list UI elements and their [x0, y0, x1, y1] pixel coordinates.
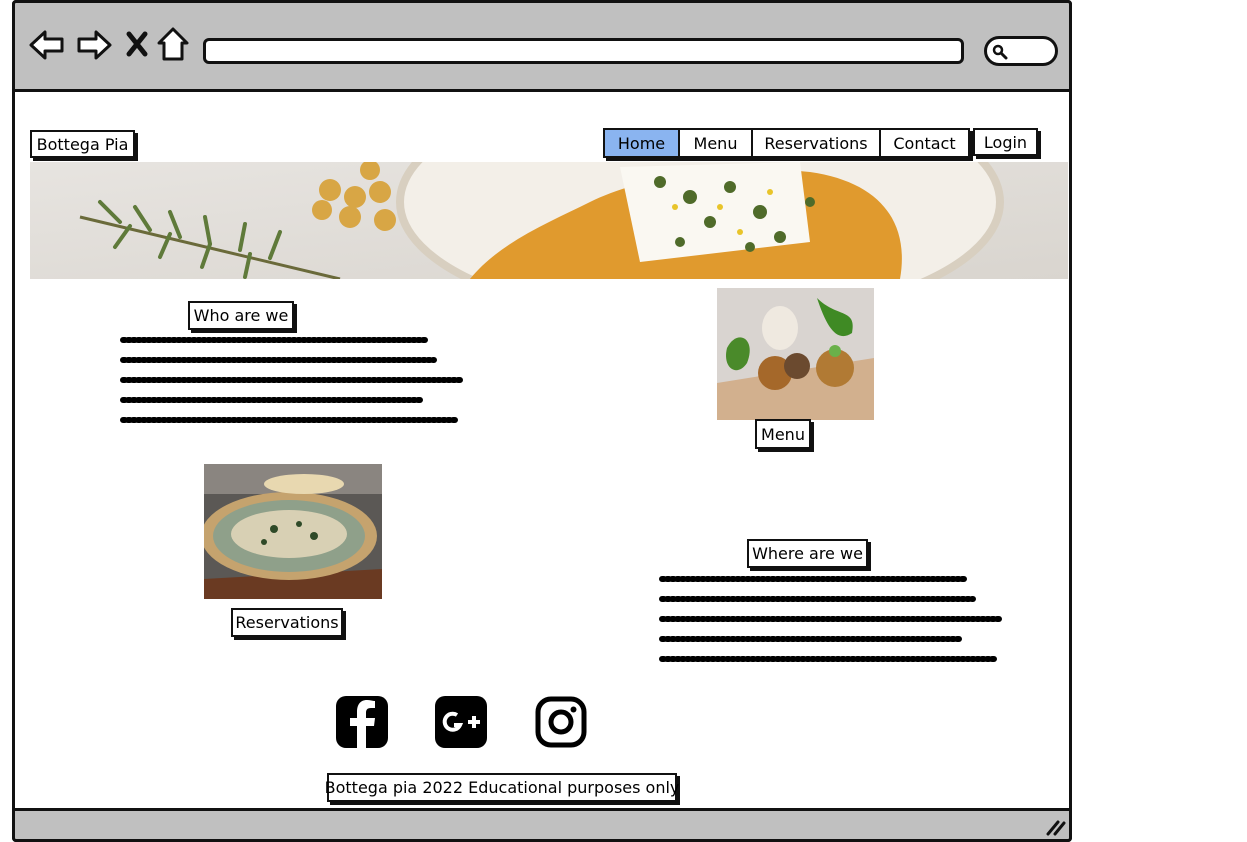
who-are-we-heading: Who are we [188, 301, 294, 330]
main-navigation: Home Menu Reservations Contact [603, 128, 970, 158]
nav-item-reservations[interactable]: Reservations [753, 130, 881, 156]
reservations-link-label: Reservations [235, 613, 339, 632]
brand-name: Bottega Pia [36, 134, 129, 154]
nav-item-menu[interactable]: Menu [680, 130, 753, 156]
who-are-we-text-placeholder [120, 337, 463, 423]
nav-item-home[interactable]: Home [605, 130, 680, 156]
nav-item-contact[interactable]: Contact [881, 130, 968, 156]
login-label: Login [983, 132, 1028, 152]
where-are-we-text-placeholder [659, 576, 1002, 662]
browser-status-bar [12, 808, 1072, 842]
nav-label: Menu [693, 133, 738, 153]
stop-icon[interactable] [124, 30, 150, 58]
resize-grip-icon[interactable] [1044, 818, 1068, 836]
back-arrow-icon[interactable] [28, 28, 66, 62]
search-icon [992, 44, 1008, 60]
instagram-glyph [535, 696, 587, 748]
menu-link-button[interactable]: Menu [755, 419, 811, 449]
menu-image[interactable] [717, 288, 874, 420]
browser-search-box[interactable] [984, 36, 1058, 66]
home-icon[interactable] [156, 26, 190, 62]
who-are-we-title: Who are we [193, 306, 289, 325]
forward-arrow-icon[interactable] [75, 28, 113, 62]
footer-notice: Bottega pia 2022 Educational purposes on… [324, 773, 680, 802]
google-plus-glyph [442, 711, 480, 732]
reservations-image[interactable] [204, 464, 382, 599]
menu-link-label: Menu [761, 424, 805, 444]
where-are-we-heading: Where are we [747, 539, 868, 568]
nav-label: Contact [893, 133, 956, 153]
facebook-icon[interactable] [336, 696, 388, 748]
nav-label: Reservations [764, 133, 868, 153]
hero-image [30, 162, 1068, 279]
nav-label: Home [617, 133, 666, 153]
footer-text: Bottega pia 2022 Educational purposes on… [324, 778, 680, 797]
instagram-icon[interactable] [535, 696, 587, 748]
login-button[interactable]: Login [973, 128, 1038, 156]
reservations-link-button[interactable]: Reservations [231, 608, 343, 637]
where-are-we-title: Where are we [752, 544, 863, 563]
brand-logo[interactable]: Bottega Pia [30, 130, 135, 158]
reservations-food-photo [204, 464, 382, 599]
hero-food-photo [30, 162, 1068, 279]
address-bar[interactable] [203, 38, 964, 64]
facebook-glyph [350, 700, 375, 748]
google-plus-icon[interactable] [435, 696, 487, 748]
menu-food-photo [717, 288, 874, 420]
